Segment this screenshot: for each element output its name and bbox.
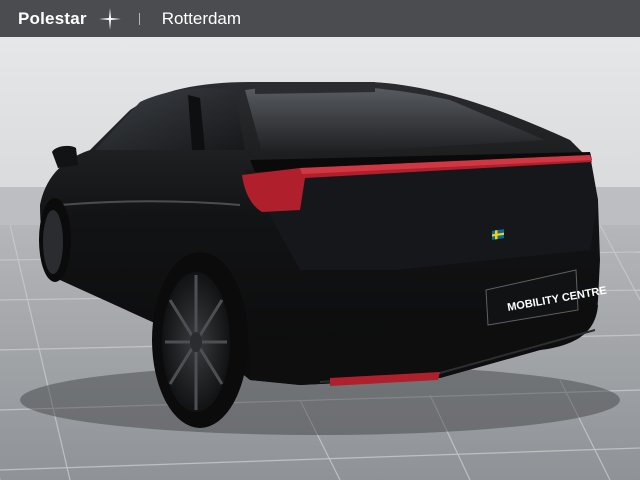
location-name: Rotterdam [161, 8, 242, 28]
banner-divider [138, 12, 140, 25]
brand-name: Polestar [18, 8, 87, 28]
dealer-banner: Polestar Rotterdam [0, 0, 640, 37]
polestar-star-icon [98, 7, 121, 30]
car-photo: MOBILITY CENTRE [0, 37, 640, 480]
rear-wheel [152, 252, 248, 428]
swedish-flag-icon [492, 229, 504, 240]
front-wheel [39, 198, 71, 282]
